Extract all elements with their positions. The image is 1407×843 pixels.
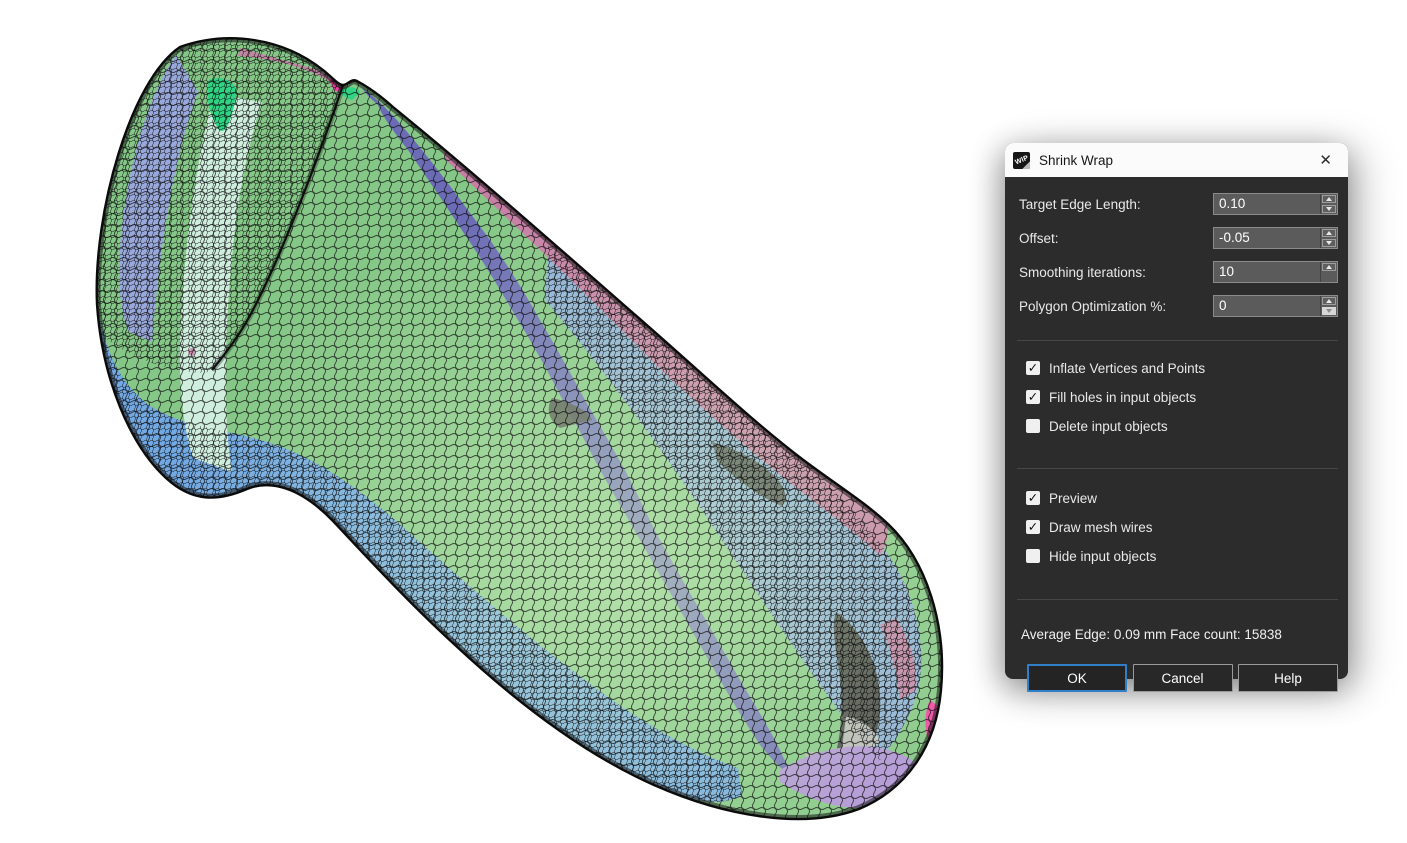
smoothing-iterations-value: 10 bbox=[1214, 262, 1320, 282]
ok-button[interactable]: OK bbox=[1027, 664, 1127, 692]
spinner-down-button[interactable] bbox=[1322, 239, 1336, 247]
smoothing-iterations-spinner bbox=[1320, 262, 1337, 282]
polygon-optimization-spinner bbox=[1320, 296, 1337, 316]
spinner-up-button[interactable] bbox=[1322, 229, 1336, 237]
shoe-last-model bbox=[0, 0, 1000, 843]
spinner-down-icon bbox=[1326, 241, 1332, 245]
checkbox-label: Inflate Vertices and Points bbox=[1049, 361, 1205, 376]
app-icon-text: WIP bbox=[1014, 154, 1029, 166]
separator bbox=[1017, 340, 1338, 341]
polygon-optimization-value: 0 bbox=[1214, 296, 1320, 316]
offset-input[interactable]: -0.05 bbox=[1213, 227, 1338, 249]
spinner-up-icon bbox=[1326, 197, 1332, 201]
smoothing-iterations-label: Smoothing iterations: bbox=[1017, 265, 1213, 280]
field-row-smoothing-iterations: Smoothing iterations: 10 bbox=[1017, 261, 1338, 283]
status-text: Average Edge: 0.09 mm Face count: 15838 bbox=[1017, 627, 1338, 645]
checkbox-draw-mesh-wires[interactable]: ✓ Draw mesh wires bbox=[1026, 519, 1338, 535]
checkbox-label: Fill holes in input objects bbox=[1049, 390, 1196, 405]
checkbox-box[interactable]: ✓ bbox=[1026, 390, 1040, 404]
smoothing-iterations-input[interactable]: 10 bbox=[1213, 261, 1338, 283]
offset-value: -0.05 bbox=[1214, 228, 1320, 248]
spinner-up-button[interactable] bbox=[1322, 297, 1336, 305]
checkbox-label: Preview bbox=[1049, 491, 1097, 506]
polygon-optimization-input[interactable]: 0 bbox=[1213, 295, 1338, 317]
spinner-up-icon bbox=[1326, 299, 1332, 303]
close-icon[interactable]: ✕ bbox=[1315, 151, 1336, 170]
target-edge-length-label: Target Edge Length: bbox=[1017, 197, 1213, 212]
cancel-button[interactable]: Cancel bbox=[1133, 664, 1233, 692]
separator bbox=[1017, 468, 1338, 469]
spinner-down-button[interactable] bbox=[1322, 273, 1336, 281]
checkbox-label: Draw mesh wires bbox=[1049, 520, 1153, 535]
offset-spinner bbox=[1320, 228, 1337, 248]
spinner-up-icon bbox=[1326, 265, 1332, 269]
dialog-body: Target Edge Length: 0.10 Offset: -0.05 S… bbox=[1005, 177, 1348, 663]
checkbox-box[interactable] bbox=[1026, 419, 1040, 433]
region-violet-spike bbox=[900, 781, 926, 803]
checkbox-fill-holes[interactable]: ✓ Fill holes in input objects bbox=[1026, 389, 1338, 405]
dialog-titlebar[interactable]: WIP Shrink Wrap ✕ bbox=[1005, 143, 1348, 177]
help-button[interactable]: Help bbox=[1238, 664, 1338, 692]
offset-label: Offset: bbox=[1017, 231, 1213, 246]
checkbox-box[interactable] bbox=[1026, 549, 1040, 563]
spinner-down-button[interactable] bbox=[1322, 205, 1336, 213]
checkbox-box[interactable]: ✓ bbox=[1026, 361, 1040, 375]
spinner-down-icon bbox=[1326, 207, 1332, 211]
checkbox-label: Hide input objects bbox=[1049, 549, 1156, 564]
checkbox-delete-input-objects[interactable]: Delete input objects bbox=[1026, 418, 1338, 434]
checkbox-inflate-vertices[interactable]: ✓ Inflate Vertices and Points bbox=[1026, 360, 1338, 376]
dialog-button-row: OK Cancel Help bbox=[1017, 664, 1338, 692]
spinner-down-icon bbox=[1326, 309, 1332, 313]
field-row-target-edge-length: Target Edge Length: 0.10 bbox=[1017, 193, 1338, 215]
field-row-offset: Offset: -0.05 bbox=[1017, 227, 1338, 249]
spinner-up-button[interactable] bbox=[1322, 195, 1336, 203]
dialog-title: Shrink Wrap bbox=[1039, 153, 1113, 168]
app-icon: WIP bbox=[1013, 152, 1030, 169]
separator bbox=[1017, 599, 1338, 600]
polygon-optimization-label: Polygon Optimization %: bbox=[1017, 299, 1213, 314]
checkbox-hide-input-objects[interactable]: Hide input objects bbox=[1026, 548, 1338, 564]
spinner-up-button[interactable] bbox=[1322, 263, 1336, 271]
target-edge-length-input[interactable]: 0.10 bbox=[1213, 193, 1338, 215]
target-edge-length-value: 0.10 bbox=[1214, 194, 1320, 214]
target-edge-length-spinner bbox=[1320, 194, 1337, 214]
viewport-3d[interactable] bbox=[0, 0, 1000, 843]
checkbox-label: Delete input objects bbox=[1049, 419, 1168, 434]
field-row-polygon-optimization: Polygon Optimization %: 0 bbox=[1017, 295, 1338, 317]
checkbox-preview[interactable]: ✓ Preview bbox=[1026, 490, 1338, 506]
spinner-up-icon bbox=[1326, 231, 1332, 235]
checkbox-box[interactable]: ✓ bbox=[1026, 491, 1040, 505]
spinner-down-button[interactable] bbox=[1322, 307, 1336, 315]
shrink-wrap-dialog: WIP Shrink Wrap ✕ Target Edge Length: 0.… bbox=[1005, 143, 1348, 679]
checkbox-box[interactable]: ✓ bbox=[1026, 520, 1040, 534]
